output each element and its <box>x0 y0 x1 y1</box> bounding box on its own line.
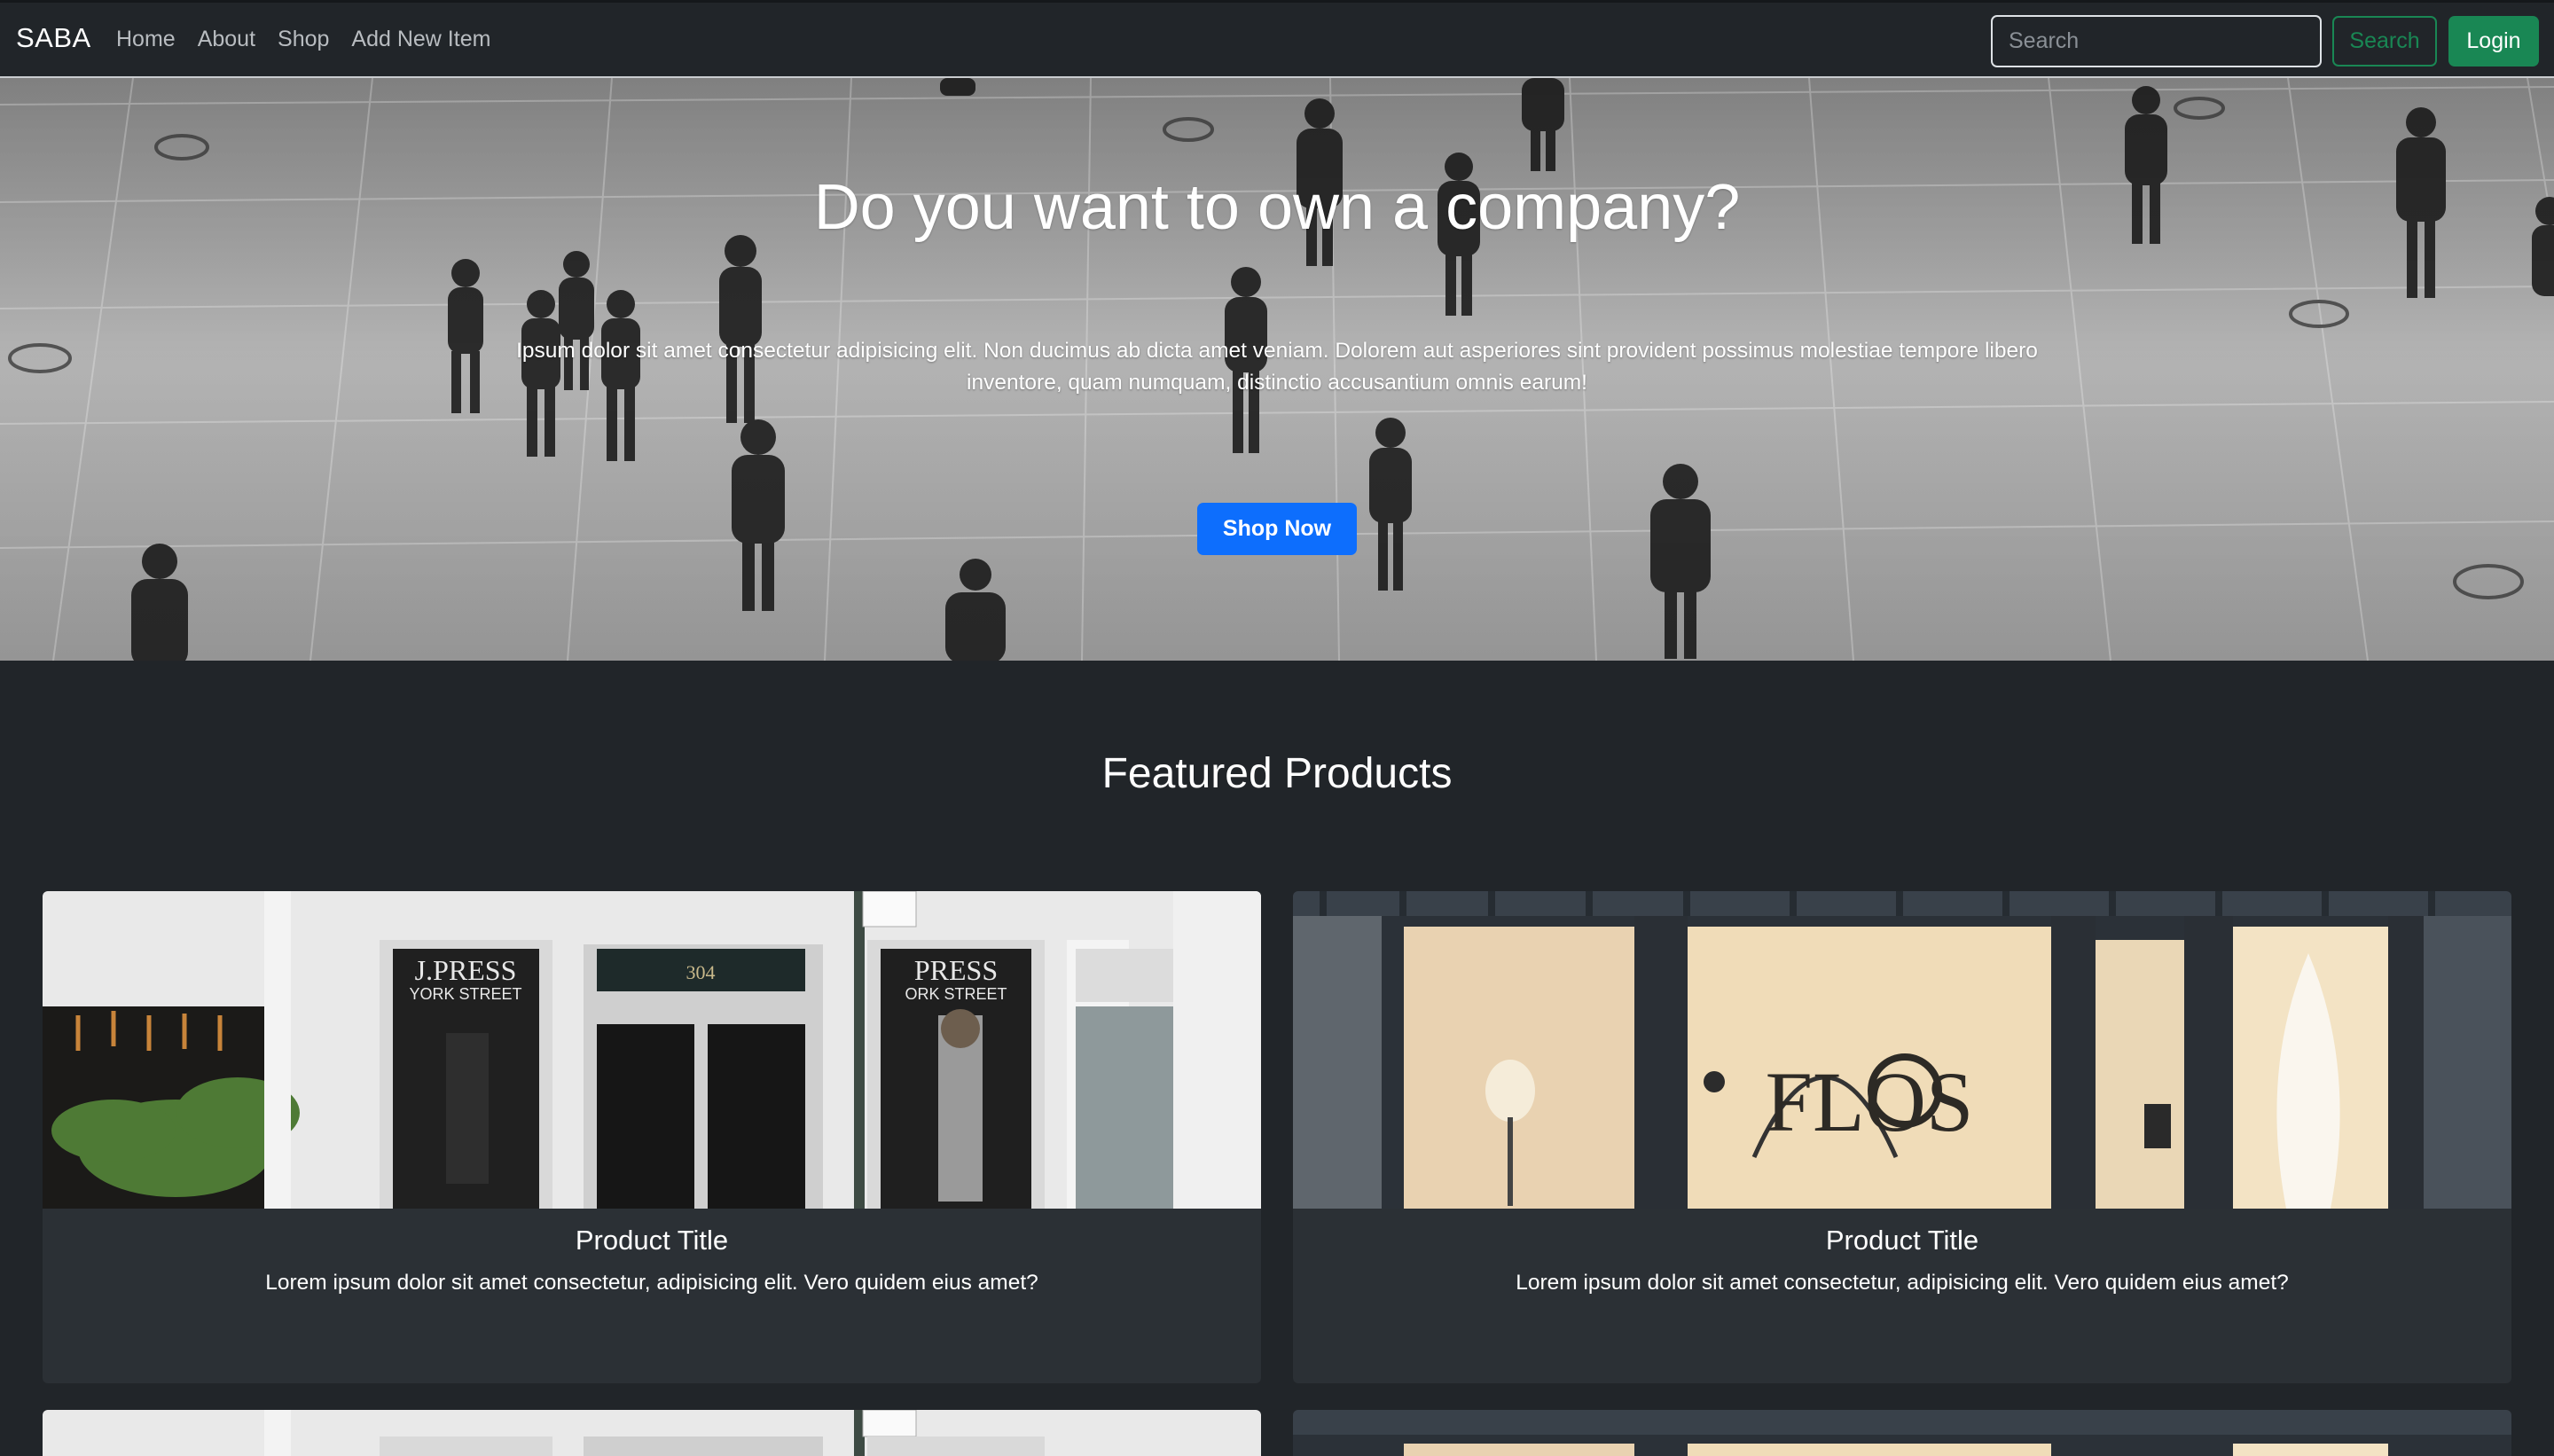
search-input[interactable] <box>1991 15 2322 67</box>
product-card[interactable]: FLOS Product Title Lorem ipsum dolor sit… <box>1293 891 2511 1383</box>
product-card[interactable]: J.PRESS YORK STREET 304 PRESS ORK STREET… <box>43 891 1261 1383</box>
navbar: SABA Home About Shop Add New Item Search… <box>0 0 2554 78</box>
product-description: Lorem ipsum dolor sit amet consectetur, … <box>1516 1271 2289 1295</box>
jpress-left-sign: J.PRESS <box>415 954 517 986</box>
product-card[interactable] <box>43 1410 1261 1456</box>
nav-link-shop[interactable]: Shop <box>278 27 329 52</box>
hero-banner: Do you want to own a company? Ipsum dolo… <box>0 78 2554 661</box>
jpress-right-sign: PRESS <box>914 954 998 986</box>
nav-link-home[interactable]: Home <box>116 27 176 52</box>
hero-description: Ipsum dolor sit amet consectetur adipisi… <box>516 339 2038 395</box>
storefront-number: 304 <box>686 961 716 983</box>
nav-links: Home About Shop Add New Item <box>116 27 513 52</box>
product-image-storefront-flos: FLOS <box>1293 891 2511 1209</box>
nav-link-add-new-item[interactable]: Add New Item <box>351 27 490 52</box>
shop-now-button[interactable]: Shop Now <box>1197 503 1357 555</box>
product-title: Product Title <box>1825 1225 1979 1256</box>
jpress-left-sub: YORK STREET <box>409 985 521 1003</box>
login-button[interactable]: Login <box>2448 16 2539 67</box>
nav-link-about[interactable]: About <box>198 27 255 52</box>
featured-products-heading: Featured Products <box>1101 750 1453 797</box>
product-image-storefront-jpress <box>43 1410 1261 1456</box>
product-title: Product Title <box>575 1225 729 1256</box>
product-description: Lorem ipsum dolor sit amet consectetur, … <box>265 1271 1038 1295</box>
brand-logo[interactable]: SABA <box>16 22 91 54</box>
product-image-storefront-flos <box>1293 1410 2511 1456</box>
product-image-storefront-jpress: J.PRESS YORK STREET 304 PRESS ORK STREET <box>43 891 1261 1209</box>
product-card[interactable] <box>1293 1410 2511 1456</box>
hero-title: Do you want to own a company? <box>813 172 1741 243</box>
search-button[interactable]: Search <box>2332 16 2437 67</box>
jpress-right-sub: ORK STREET <box>905 985 1007 1003</box>
